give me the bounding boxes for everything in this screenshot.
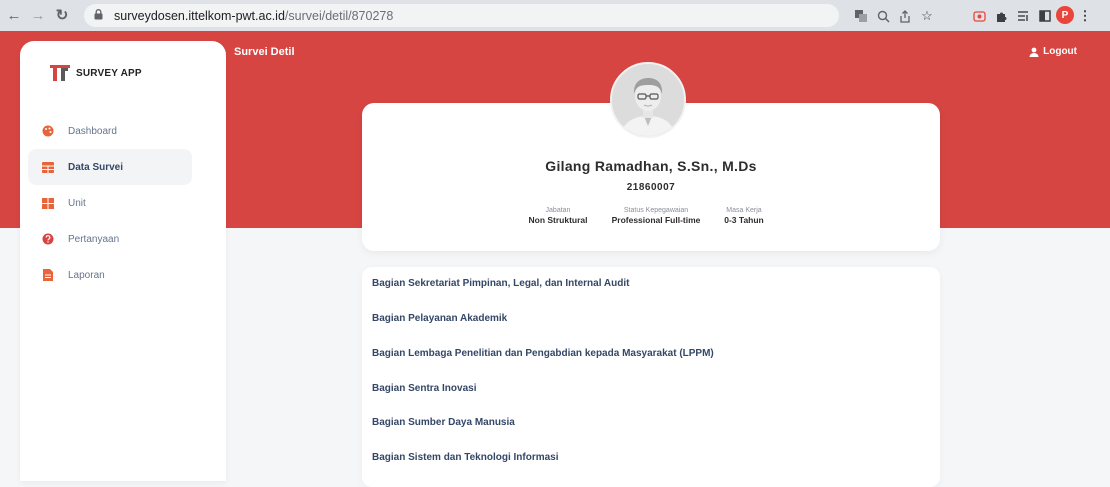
sidebar-item-label: Unit xyxy=(68,197,86,209)
meta-value: Professional Full-time xyxy=(611,215,701,225)
question-icon xyxy=(40,231,56,247)
logout-button[interactable]: Logout xyxy=(1029,46,1077,57)
sidebar-item-data-survei[interactable]: Data Survei xyxy=(28,149,192,185)
lecturer-name: Gilang Ramadhan, S.Sn., M.Ds xyxy=(545,158,757,174)
brand-name: SURVEY APP xyxy=(76,67,142,79)
more-menu-icon[interactable]: ⋮ xyxy=(1074,6,1096,26)
palette-icon xyxy=(40,123,56,139)
meta-label: Jabatan xyxy=(545,207,571,214)
url-host: surveydosen.ittelkom-pwt.ac.id xyxy=(114,8,285,23)
share-icon[interactable] xyxy=(894,6,916,26)
page-title: Survei Detil xyxy=(234,46,295,58)
sidebar-menu: Dashboard Data Survei Unit Pertanyaan La… xyxy=(20,113,226,293)
sidebar-item-pertanyaan[interactable]: Pertanyaan xyxy=(20,221,212,257)
star-icon[interactable]: ☆ xyxy=(916,6,938,26)
unit-link[interactable]: Bagian Pelayanan Akademik xyxy=(372,313,507,324)
lecturer-avatar xyxy=(610,62,686,138)
media-queue-icon[interactable] xyxy=(1012,6,1034,26)
file-icon xyxy=(40,267,56,283)
translate-icon[interactable] xyxy=(850,6,872,26)
grid-icon xyxy=(40,195,56,211)
meta-value: 0-3 Tahun xyxy=(724,215,764,225)
app-body: Survei Detil Logout SURVEY APP Dashboard xyxy=(0,31,1110,487)
lock-icon xyxy=(94,8,108,23)
meta-label: Masa Kerja xyxy=(726,207,762,214)
unit-link[interactable]: Bagian Sentra Inovasi xyxy=(372,383,476,394)
address-bar[interactable]: surveydosen.ittelkom-pwt.ac.id/survei/de… xyxy=(84,4,839,27)
unit-link[interactable]: Bagian Lembaga Penelitian dan Pengabdian… xyxy=(372,348,714,359)
telkom-logo-icon xyxy=(50,65,70,81)
unit-link[interactable]: Bagian Sekretariat Pimpinan, Legal, dan … xyxy=(372,278,629,289)
unit-link[interactable]: Bagian Sistem dan Teknologi Informasi xyxy=(372,452,559,463)
zoom-icon[interactable] xyxy=(872,6,894,26)
sidebar-item-label: Laporan xyxy=(68,269,105,281)
user-icon xyxy=(1029,47,1039,57)
lecturer-nip: 21860007 xyxy=(626,182,676,193)
unit-list-card: Bagian Sekretariat Pimpinan, Legal, dan … xyxy=(362,267,940,487)
profile-avatar[interactable]: P xyxy=(1056,6,1074,24)
sidebar-item-label: Dashboard xyxy=(68,125,117,137)
browser-toolbar: ← → ↻ surveydosen.ittelkom-pwt.ac.id/sur… xyxy=(0,0,1110,31)
sidebar-item-unit[interactable]: Unit xyxy=(20,185,212,221)
brand[interactable]: SURVEY APP xyxy=(50,65,142,81)
sidebar-item-label: Data Survei xyxy=(68,161,124,173)
reload-icon[interactable]: ↻ xyxy=(52,5,72,25)
meta-masa-kerja: Masa Kerja 0-3 Tahun xyxy=(716,207,772,225)
unit-link[interactable]: Bagian Sumber Daya Manusia xyxy=(372,417,515,428)
logout-label: Logout xyxy=(1043,46,1077,57)
sidebar: SURVEY APP Dashboard Data Survei Unit Pe… xyxy=(20,41,226,481)
url-path: /survei/detil/870278 xyxy=(284,8,394,23)
sidebar-item-laporan[interactable]: Laporan xyxy=(20,257,212,293)
meta-status-kepegawaian: Status Kepegawaian Professional Full-tim… xyxy=(604,207,708,225)
camera-extension-icon[interactable] xyxy=(968,6,990,26)
back-arrow-icon[interactable]: ← xyxy=(4,5,24,25)
sidebar-item-label: Pertanyaan xyxy=(68,233,120,245)
meta-value: Non Struktural xyxy=(528,215,588,225)
puzzle-extension-icon[interactable] xyxy=(990,6,1012,26)
meta-label: Status Kepegawaian xyxy=(623,207,689,214)
table-icon xyxy=(40,159,56,175)
sidebar-item-dashboard[interactable]: Dashboard xyxy=(20,113,212,149)
side-panel-icon[interactable] xyxy=(1034,6,1056,26)
meta-jabatan: Jabatan Non Struktural xyxy=(523,207,593,225)
forward-arrow-icon[interactable]: → xyxy=(28,5,48,25)
